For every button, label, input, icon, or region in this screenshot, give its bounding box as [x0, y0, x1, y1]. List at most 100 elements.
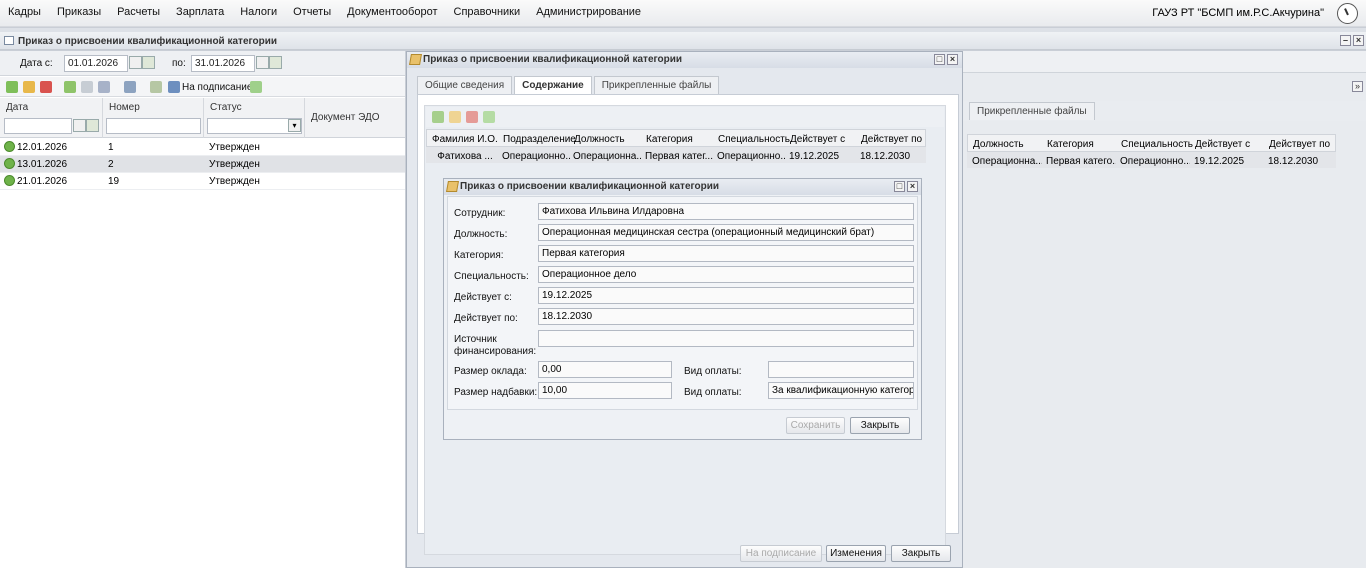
list-header: Дата Номер Статус Документ ЭДО ▾ [0, 98, 405, 138]
column-name[interactable]: Фамилия И.О. [432, 134, 498, 145]
column-position[interactable]: Должность [973, 139, 1024, 150]
menu-item[interactable]: Администрирование [528, 6, 649, 18]
tab-content[interactable]: Содержание [514, 76, 592, 94]
save-button[interactable]: Сохранить [786, 417, 845, 434]
close-button[interactable]: Закрыть [891, 545, 951, 562]
pencil-icon [409, 54, 422, 65]
from-field[interactable]: 19.12.2025 [538, 287, 914, 304]
source-field[interactable] [538, 330, 914, 347]
date-to-input[interactable]: 31.01.2026 [191, 55, 255, 72]
send-to-sign-button[interactable]: На подписание [740, 545, 822, 562]
delete-icon[interactable] [466, 111, 478, 123]
changes-button[interactable]: Изменения [826, 545, 886, 562]
unapprove-icon[interactable] [81, 81, 93, 93]
column-category[interactable]: Категория [646, 134, 693, 145]
print-menu-icon[interactable] [98, 81, 110, 93]
minimize-icon[interactable]: – [1340, 35, 1351, 46]
edit-icon[interactable] [23, 81, 35, 93]
to-field[interactable]: 18.12.2030 [538, 308, 914, 325]
table-row[interactable]: 12.01.2026 1 Утвержден [0, 139, 405, 156]
cell-status: Утвержден [209, 176, 260, 187]
add-icon[interactable] [6, 81, 18, 93]
clear-icon[interactable] [86, 119, 99, 132]
dialog-header: Приказ о присвоении квалификационной кат… [444, 179, 921, 195]
refresh-icon[interactable] [250, 81, 262, 93]
column-from[interactable]: Действует с [790, 134, 845, 145]
tab-attached-files[interactable]: Прикрепленные файлы [593, 76, 720, 94]
expand-icon[interactable]: » [1352, 81, 1363, 92]
menu-item[interactable]: Отчеты [285, 6, 339, 18]
column-specialty[interactable]: Специальность [718, 134, 790, 145]
background-window: » Прикрепленные файлы Должность Категори… [963, 51, 1366, 568]
approve-icon[interactable] [64, 81, 76, 93]
close-icon[interactable]: × [907, 181, 918, 192]
bonus-label: Размер надбавки: [454, 387, 538, 398]
date-from-input[interactable]: 01.01.2026 [64, 55, 128, 72]
chevron-down-icon[interactable]: ▾ [288, 119, 301, 132]
top-menu-bar: Кадры Приказы Расчеты Зарплата Налоги Отчеты Д… [0, 0, 1366, 27]
position-field[interactable]: Операционная медицинская сестра (операци… [538, 224, 914, 241]
menu-item[interactable]: Зарплата [168, 6, 232, 18]
menu-item[interactable]: Налоги [232, 6, 285, 18]
bonus-field[interactable]: 10,00 [538, 382, 672, 399]
cell: Первая катег... [645, 151, 713, 162]
specialty-field[interactable]: Операционное дело [538, 266, 914, 283]
maximize-icon[interactable]: □ [934, 54, 945, 65]
table-row[interactable]: 13.01.2026 2 Утвержден [0, 156, 405, 173]
category-label: Категория: [454, 250, 504, 261]
approved-icon [4, 158, 15, 169]
pay-type-field[interactable] [768, 361, 914, 378]
column-edo[interactable]: Документ ЭДО [305, 98, 405, 138]
refresh-icon[interactable] [269, 56, 282, 69]
column-specialty[interactable]: Специальность [1121, 139, 1193, 150]
column-category[interactable]: Категория [1047, 139, 1094, 150]
calendar-icon[interactable] [129, 56, 142, 69]
send-to-sign-button[interactable]: На подписание [182, 82, 252, 93]
tab-attached-files[interactable]: Прикрепленные файлы [969, 102, 1095, 120]
export-icon[interactable] [124, 81, 136, 93]
menu-item[interactable]: Расчеты [109, 6, 168, 18]
menu-item[interactable]: Документооборот [339, 6, 445, 18]
close-icon[interactable]: × [1353, 35, 1364, 46]
column-from[interactable]: Действует с [1195, 139, 1250, 150]
cell: 19.12.2025 [789, 151, 840, 162]
table-row[interactable]: Операционна... Первая катего... Операцио… [967, 152, 1336, 168]
column-to[interactable]: Действует по [1269, 139, 1330, 150]
salary-field[interactable]: 0,00 [538, 361, 672, 378]
close-button[interactable]: Закрыть [850, 417, 910, 434]
maximize-icon[interactable]: □ [894, 181, 905, 192]
pay-type-label: Вид оплаты: [684, 366, 742, 377]
calendar-icon[interactable] [73, 119, 86, 132]
column-position[interactable]: Должность [574, 134, 625, 145]
column-department[interactable]: Подразделение [503, 134, 576, 145]
salary-label: Размер оклада: [454, 366, 527, 377]
date-filter-input[interactable] [4, 118, 72, 134]
dialog-title: Приказ о присвоении квалификационной кат… [460, 181, 720, 192]
calendar-icon[interactable] [256, 56, 269, 69]
specialty-label: Специальность: [454, 271, 529, 282]
delete-icon[interactable] [40, 81, 52, 93]
document-icon[interactable] [150, 81, 162, 93]
column-to[interactable]: Действует по [861, 134, 922, 145]
category-field[interactable]: Первая категория [538, 245, 914, 262]
cell: Фатихова ... [437, 151, 493, 162]
close-icon[interactable]: × [947, 54, 958, 65]
cell: Первая катего... [1046, 156, 1116, 167]
sign-icon[interactable] [168, 81, 180, 93]
pay-type-field[interactable]: За квалификационную категори [768, 382, 914, 399]
number-filter-input[interactable] [106, 118, 201, 134]
cell: Операционно... [717, 151, 785, 162]
edit-icon[interactable] [449, 111, 461, 123]
menu-item[interactable]: Приказы [49, 6, 109, 18]
tab-general[interactable]: Общие сведения [417, 76, 513, 94]
menu-item[interactable]: Справочники [446, 6, 529, 18]
employee-field[interactable]: Фатихова Ильвина Илдаровна [538, 203, 914, 220]
table-row[interactable]: Фатихова ... Операционно... Операционна.… [426, 147, 926, 163]
order-window-header: Приказ о присвоении квалификационной кат… [407, 52, 962, 68]
add-icon[interactable] [432, 111, 444, 123]
refresh-icon[interactable] [483, 111, 495, 123]
clock-icon[interactable] [1337, 3, 1358, 24]
refresh-icon[interactable] [142, 56, 155, 69]
menu-item[interactable]: Кадры [0, 6, 49, 18]
table-row[interactable]: 21.01.2026 19 Утвержден [0, 173, 405, 190]
